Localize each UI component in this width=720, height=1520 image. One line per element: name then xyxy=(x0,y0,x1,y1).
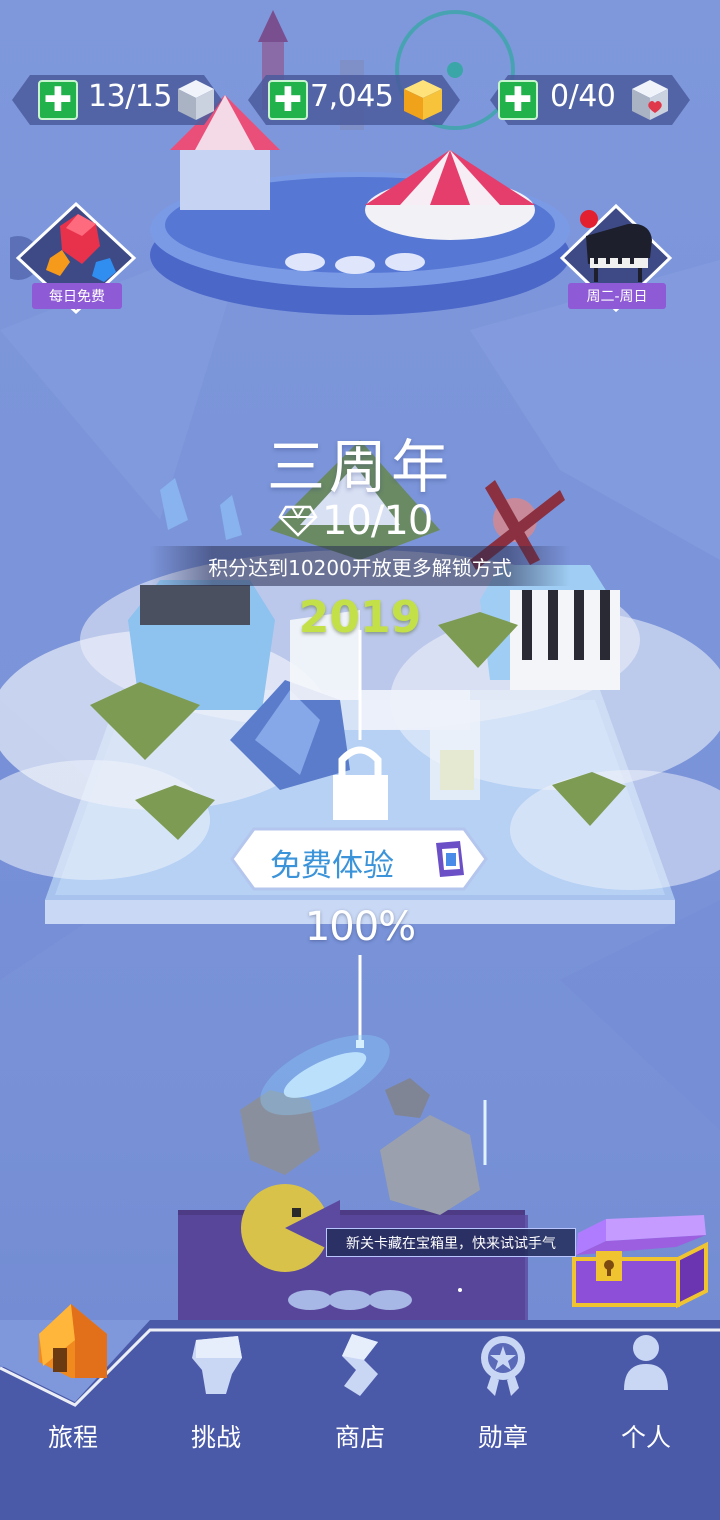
coins-value: 7,045 xyxy=(310,79,394,114)
daily-free-button[interactable]: 每日免费 xyxy=(10,200,140,315)
gold-cube-icon xyxy=(404,80,442,120)
nav-item-profile[interactable]: 个人 xyxy=(586,1330,706,1470)
level-title: 三周年 xyxy=(266,433,453,501)
piano-event-button[interactable]: 周二-周日 xyxy=(560,200,675,315)
nav-label-challenge: 挑战 xyxy=(190,1423,241,1452)
coins-counter[interactable]: ✚ 7,045 xyxy=(248,75,460,125)
nav-label-profile: 个人 xyxy=(620,1423,671,1452)
energy-value: 13/15 xyxy=(88,79,172,114)
challenge-icon xyxy=(192,1336,242,1394)
nav-item-challenge[interactable]: 挑战 xyxy=(156,1330,276,1470)
score-value: 10/10 xyxy=(322,498,433,544)
level-score: 10/10 xyxy=(278,498,433,544)
heart-cube-icon xyxy=(632,80,668,120)
hearts-value: 0/40 xyxy=(550,79,616,114)
piano-icon xyxy=(586,223,652,282)
shop-icon xyxy=(342,1334,378,1396)
add-hearts-button[interactable]: ✚ xyxy=(498,80,538,120)
hearts-counter[interactable]: ✚ 0/40 xyxy=(490,75,690,125)
nav-item-medal[interactable]: 勋章 xyxy=(443,1330,563,1470)
free-trial-label: 免费体验 xyxy=(270,848,394,884)
piano-event-label: 周二-周日 xyxy=(568,283,666,309)
person-icon xyxy=(624,1335,668,1390)
nav-label-medal: 勋章 xyxy=(477,1423,528,1452)
gem-balloon-icon xyxy=(46,214,116,282)
ticket-icon xyxy=(436,841,464,877)
home-icon xyxy=(39,1304,107,1378)
diamond-icon xyxy=(278,505,318,537)
nav-label-shop: 商店 xyxy=(334,1423,385,1452)
treasure-chest-icon[interactable] xyxy=(566,1215,712,1311)
nav-item-journey[interactable]: 旅程 xyxy=(13,1304,133,1470)
nav-label-journey: 旅程 xyxy=(47,1423,98,1452)
energy-counter[interactable]: ✚ 13/15 xyxy=(12,75,222,125)
level-year: 2019 xyxy=(298,592,422,643)
daily-free-label: 每日免费 xyxy=(32,283,122,309)
nav-item-shop[interactable]: 商店 xyxy=(300,1330,420,1470)
add-coins-button[interactable]: ✚ xyxy=(268,80,308,120)
chest-tip: 新关卡藏在宝箱里，快来试试手气 xyxy=(326,1228,576,1257)
notification-dot xyxy=(580,210,598,228)
progress-percent: 100% xyxy=(304,904,416,950)
unlock-hint: 积分达到10200开放更多解锁方式 xyxy=(208,556,512,580)
medal-icon xyxy=(481,1336,525,1396)
gray-cube-icon xyxy=(178,80,214,120)
add-energy-button[interactable]: ✚ xyxy=(38,80,78,120)
